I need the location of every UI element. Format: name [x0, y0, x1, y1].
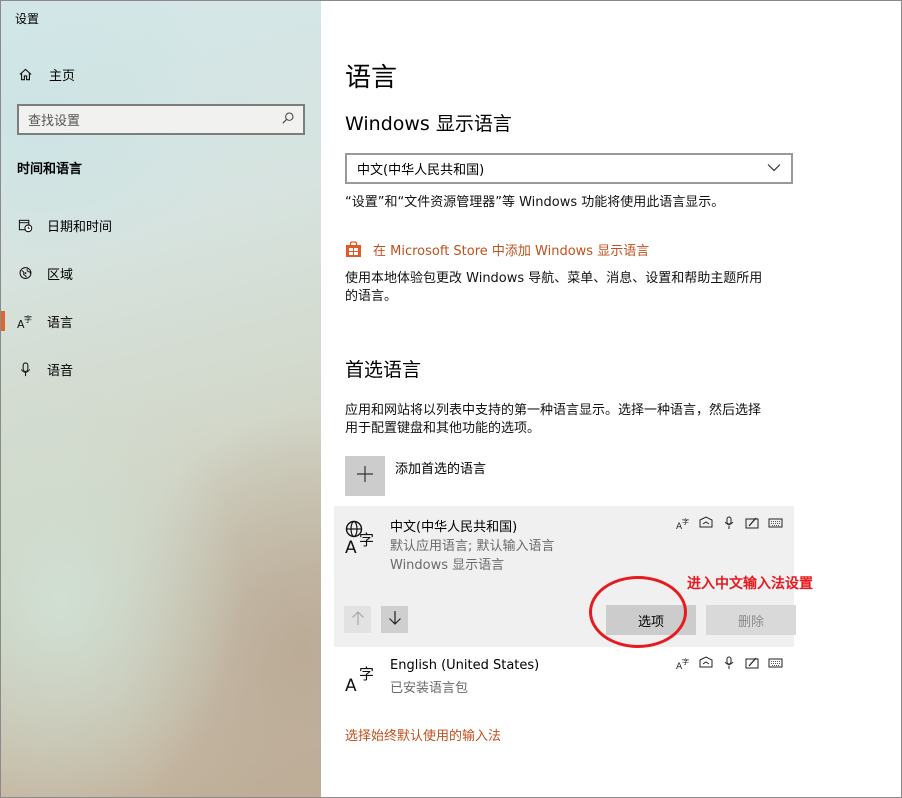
- svg-text:字: 字: [359, 665, 374, 683]
- add-language-label: 添加首选的语言: [395, 462, 487, 477]
- main-content: 语言 Windows 显示语言 中文(中华人民共和国) “设置”和“文件资源管理…: [321, 1, 901, 797]
- sidebar: 设置 主页 查找设置 时间和语言 日期和时间 区域 A 字 语言 语音: [1, 1, 321, 797]
- preferred-languages-heading: 首选语言: [345, 359, 422, 381]
- language-icon: A字: [17, 313, 33, 329]
- move-up-button[interactable]: [344, 606, 371, 633]
- language-name: 中文(中华人民共和国): [390, 520, 518, 535]
- store-description-line1: 使用本地体验包更改 Windows 导航、菜单、消息、设置和帮助主题所用: [345, 271, 763, 286]
- display-language-value: 中文(中华人民共和国): [357, 163, 485, 178]
- display-language-heading: Windows 显示语言: [345, 113, 512, 135]
- language-feature-icons: A字: [676, 656, 783, 670]
- svg-text:A: A: [345, 538, 357, 555]
- add-language-row[interactable]: 添加首选的语言: [345, 456, 486, 496]
- search-icon: [281, 111, 295, 129]
- svg-text:字: 字: [682, 657, 689, 666]
- store-language-link[interactable]: 在 Microsoft Store 中添加 Windows 显示语言: [345, 240, 649, 259]
- calendar-clock-icon: [17, 217, 33, 233]
- svg-text:字: 字: [682, 517, 689, 526]
- sidebar-item-speech[interactable]: 语音: [1, 357, 321, 381]
- text-to-speech-icon: [699, 656, 714, 670]
- svg-text:字: 字: [24, 314, 32, 324]
- handwriting-icon: [745, 656, 760, 670]
- page-title: 语言: [345, 63, 398, 93]
- text-to-speech-icon: [699, 516, 714, 530]
- arrow-down-icon: [388, 610, 402, 630]
- add-language-button[interactable]: [345, 456, 385, 496]
- svg-text:字: 字: [359, 531, 374, 549]
- search-placeholder: 查找设置: [28, 114, 81, 129]
- globe-region-icon: [17, 265, 33, 281]
- sidebar-item-region[interactable]: 区域: [1, 261, 321, 285]
- active-indicator: [1, 311, 5, 331]
- display-language-select[interactable]: 中文(中华人民共和国): [345, 153, 793, 184]
- sidebar-section-title: 时间和语言: [17, 162, 83, 177]
- language-name: English (United States): [390, 658, 540, 673]
- arrow-up-icon: [351, 610, 365, 630]
- language-status: 默认应用语言; 默认输入语言: [390, 539, 555, 554]
- store-bag-icon: [345, 241, 362, 258]
- handwriting-icon: [745, 516, 760, 530]
- search-input[interactable]: 查找设置: [17, 104, 305, 135]
- move-down-button[interactable]: [381, 606, 408, 633]
- app-title: 设置: [15, 12, 40, 26]
- keyboard-icon: [768, 516, 783, 530]
- store-link-label: 在 Microsoft Store 中添加 Windows 显示语言: [373, 244, 650, 259]
- language-display-status: Windows 显示语言: [390, 558, 505, 573]
- display-language-description: “设置”和“文件资源管理器”等 Windows 功能将使用此语言显示。: [345, 195, 725, 210]
- svg-text:A: A: [345, 676, 357, 693]
- default-input-method-link[interactable]: 选择始终默认使用的输入法: [345, 725, 501, 744]
- preferred-description-line2: 用于配置键盘和其他功能的选项。: [345, 421, 541, 436]
- speech-recognition-icon: [722, 516, 737, 530]
- speech-recognition-icon: [722, 656, 737, 670]
- language-globe-icon: A字: [344, 519, 380, 558]
- sidebar-item-date-time[interactable]: 日期和时间: [1, 213, 321, 237]
- microphone-icon: [17, 361, 33, 377]
- chevron-down-icon: [767, 161, 781, 176]
- display-language-icon: A字: [676, 656, 691, 670]
- nav-home-label: 主页: [49, 68, 76, 84]
- store-description-line2: 的语言。: [345, 289, 398, 304]
- plus-icon: [355, 464, 375, 488]
- remove-button[interactable]: 删除: [706, 605, 796, 635]
- language-item-english[interactable]: A字 English (United States) 已安装语言包 A字: [334, 651, 794, 699]
- display-language-icon: A字: [676, 516, 691, 530]
- language-feature-icons: A字: [676, 516, 783, 530]
- nav-home[interactable]: 主页: [17, 63, 75, 85]
- sidebar-item-label: 语言: [47, 315, 74, 331]
- preferred-description-line1: 应用和网站将以列表中支持的第一种语言显示。选择一种语言，然后选择: [345, 403, 762, 418]
- language-status: 已安装语言包: [390, 681, 469, 696]
- language-icon: A字: [344, 657, 380, 696]
- sidebar-item-label: 日期和时间: [47, 219, 113, 235]
- sidebar-item-label: 语音: [47, 363, 74, 379]
- settings-window: 设置 主页 查找设置 时间和语言 日期和时间 区域 A 字 语言 语音 语言 W…: [0, 0, 902, 798]
- home-icon: [17, 66, 33, 82]
- annotation-circle: [589, 576, 687, 648]
- annotation-text: 进入中文输入法设置: [687, 576, 813, 592]
- sidebar-item-label: 区域: [47, 267, 74, 283]
- keyboard-icon: [768, 656, 783, 670]
- sidebar-item-language[interactable]: A字 语言: [1, 309, 321, 333]
